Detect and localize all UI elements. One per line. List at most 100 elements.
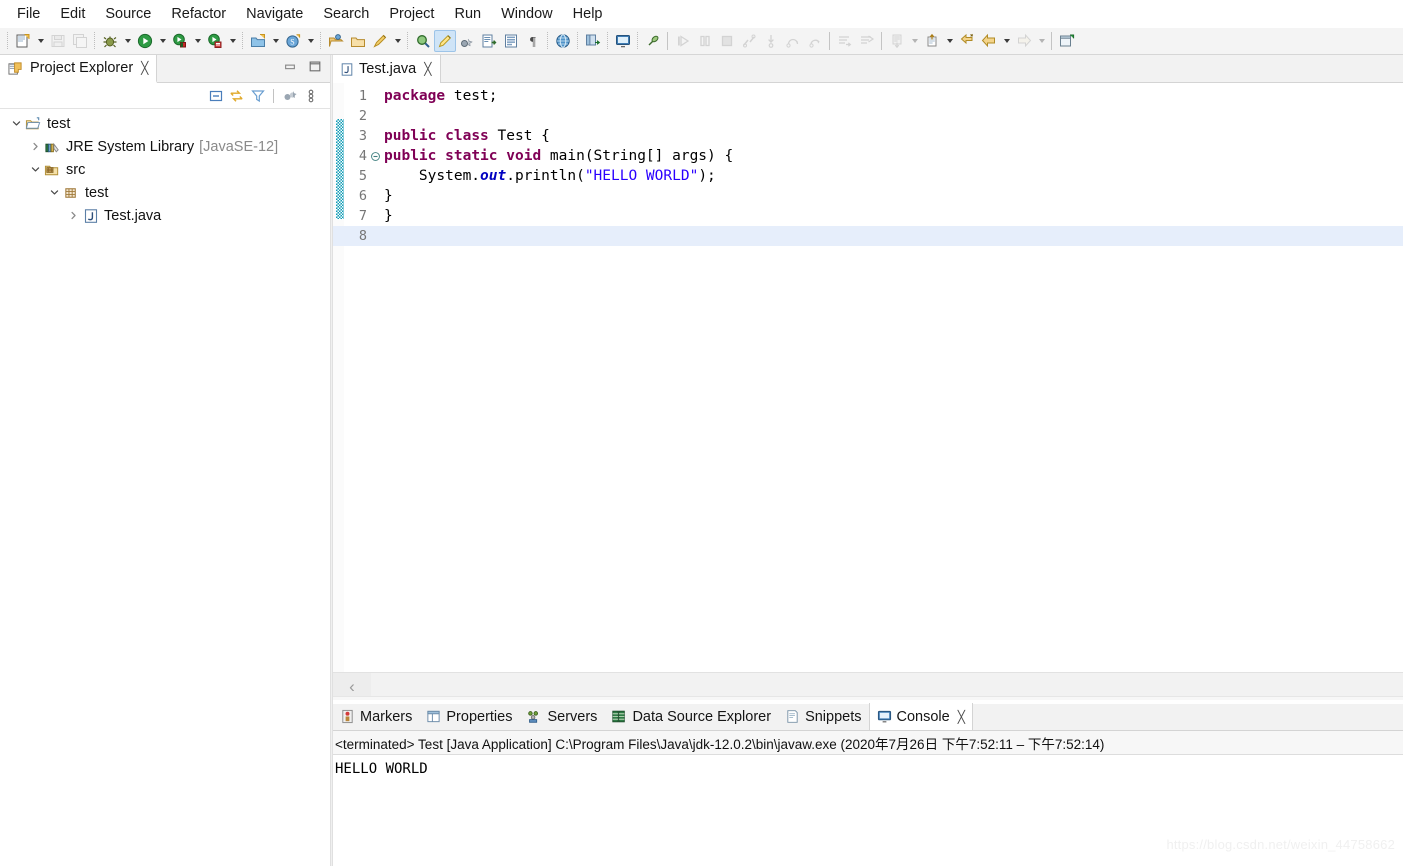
console-view-icon[interactable] bbox=[612, 30, 634, 52]
project-explorer-toolbar bbox=[0, 83, 330, 109]
block-selection-icon[interactable] bbox=[500, 30, 522, 52]
new-java-project-icon[interactable] bbox=[247, 30, 269, 52]
code-line[interactable]: 1package test; bbox=[333, 86, 1403, 106]
next-edit-location-icon[interactable] bbox=[921, 30, 943, 52]
minimize-icon[interactable] bbox=[283, 59, 297, 78]
run-external-tools-icon[interactable] bbox=[169, 30, 191, 52]
project-explorer-tab-row: Project Explorer ╳ bbox=[0, 55, 330, 83]
chevron-down-icon[interactable] bbox=[27, 162, 43, 178]
code-line[interactable]: 5 System.out.println("HELLO WORLD"); bbox=[333, 166, 1403, 186]
tab-servers[interactable]: Servers bbox=[519, 703, 604, 730]
tab-data-source-explorer[interactable]: Data Source Explorer bbox=[604, 703, 778, 730]
code-line[interactable]: 7} bbox=[333, 206, 1403, 226]
chevron-down-icon[interactable] bbox=[156, 30, 169, 52]
coverage-icon[interactable] bbox=[204, 30, 226, 52]
code-line[interactable]: 6} bbox=[333, 186, 1403, 206]
fold-collapse-icon[interactable] bbox=[369, 151, 382, 162]
link-icon[interactable] bbox=[456, 30, 478, 52]
toggle-mark-occurrences-icon[interactable] bbox=[434, 30, 456, 52]
menu-bar: FileEditSourceRefactorNavigateSearchProj… bbox=[0, 0, 1403, 28]
collapse-all-icon[interactable] bbox=[205, 86, 226, 106]
code-text: package test; bbox=[382, 86, 498, 106]
chevron-down-icon[interactable] bbox=[121, 30, 134, 52]
tab-snippets[interactable]: Snippets bbox=[778, 703, 868, 730]
next-annotation-icon[interactable] bbox=[478, 30, 500, 52]
console-output-line: HELLO WORLD bbox=[335, 761, 1403, 777]
chevron-right-icon[interactable] bbox=[27, 139, 43, 155]
open-perspective-right-icon[interactable] bbox=[1056, 30, 1078, 52]
open-type-icon[interactable] bbox=[325, 30, 347, 52]
code-line[interactable]: 4public static void main(String[] args) … bbox=[333, 146, 1403, 166]
chevron-down-icon[interactable] bbox=[191, 30, 204, 52]
maximize-icon[interactable] bbox=[308, 59, 322, 78]
menu-source[interactable]: Source bbox=[95, 3, 161, 25]
chevron-down-icon[interactable] bbox=[269, 30, 282, 52]
chevron-left-icon: ‹ bbox=[349, 678, 355, 695]
focus-task-icon[interactable] bbox=[279, 86, 300, 106]
step-return-icon bbox=[804, 30, 826, 52]
chevron-down-icon[interactable] bbox=[391, 30, 404, 52]
menu-file[interactable]: File bbox=[7, 3, 50, 25]
back-history-icon[interactable] bbox=[956, 30, 978, 52]
menu-edit[interactable]: Edit bbox=[50, 3, 95, 25]
tree-item-label: JRE System Library bbox=[66, 139, 194, 155]
tree-item-src[interactable]: src bbox=[0, 158, 330, 181]
menu-refactor[interactable]: Refactor bbox=[161, 3, 236, 25]
chevron-down-icon bbox=[1035, 30, 1048, 52]
menu-navigate[interactable]: Navigate bbox=[236, 3, 313, 25]
code-view[interactable]: 1package test;23public class Test {4publ… bbox=[333, 83, 1403, 672]
tab-test-java[interactable]: Test.java ╳ bbox=[333, 55, 441, 83]
code-line[interactable]: 2 bbox=[333, 106, 1403, 126]
link-with-editor-icon[interactable] bbox=[226, 86, 247, 106]
show-whitespace-icon[interactable]: ¶ bbox=[522, 30, 544, 52]
close-icon[interactable]: ╳ bbox=[958, 710, 965, 724]
tree-item-test[interactable]: test bbox=[0, 112, 330, 135]
chevron-down-icon[interactable] bbox=[34, 30, 47, 52]
view-menu-icon[interactable] bbox=[300, 86, 321, 106]
chevron-down-icon[interactable] bbox=[943, 30, 956, 52]
open-perspective-icon[interactable] bbox=[582, 30, 604, 52]
new-annotation-icon[interactable] bbox=[369, 30, 391, 52]
eclipse-ide-window: FileEditSourceRefactorNavigateSearchProj… bbox=[0, 0, 1403, 866]
skip-breakpoints-icon bbox=[834, 30, 856, 52]
toolbar-separator bbox=[4, 30, 12, 52]
close-icon[interactable]: ╳ bbox=[424, 62, 431, 76]
new-wizard-icon[interactable] bbox=[12, 30, 34, 52]
editor-horizontal-scrollbar[interactable]: ‹ bbox=[333, 672, 1403, 699]
menu-search[interactable]: Search bbox=[313, 3, 379, 25]
code-line[interactable]: 8 bbox=[333, 226, 1403, 246]
run-icon[interactable] bbox=[134, 30, 156, 52]
menu-help[interactable]: Help bbox=[563, 3, 613, 25]
tab-project-explorer[interactable]: Project Explorer ╳ bbox=[0, 55, 157, 83]
tab-properties[interactable]: Properties bbox=[419, 703, 519, 730]
chevron-down-icon[interactable] bbox=[1000, 30, 1013, 52]
search-icon[interactable] bbox=[412, 30, 434, 52]
tree-item-test-java[interactable]: Test.java bbox=[0, 204, 330, 227]
chevron-right-icon[interactable] bbox=[65, 208, 81, 224]
line-number: 2 bbox=[333, 106, 369, 126]
chevron-down-icon[interactable] bbox=[46, 185, 62, 201]
source-code[interactable]: 1package test;23public class Test {4publ… bbox=[333, 83, 1403, 246]
chevron-down-icon[interactable] bbox=[226, 30, 239, 52]
pin-console-icon[interactable] bbox=[642, 30, 664, 52]
menu-project[interactable]: Project bbox=[379, 3, 444, 25]
open-task-icon[interactable] bbox=[347, 30, 369, 52]
code-line[interactable]: 3public class Test { bbox=[333, 126, 1403, 146]
chevron-down-icon[interactable] bbox=[304, 30, 317, 52]
back-icon[interactable] bbox=[978, 30, 1000, 52]
debug-icon[interactable] bbox=[99, 30, 121, 52]
filter-icon[interactable] bbox=[247, 86, 268, 106]
open-web-browser-icon[interactable] bbox=[552, 30, 574, 52]
new-servlet-icon[interactable]: S bbox=[282, 30, 304, 52]
tab-markers[interactable]: Markers bbox=[333, 703, 419, 730]
menu-window[interactable]: Window bbox=[491, 3, 563, 25]
code-text: } bbox=[382, 206, 393, 226]
project-tree: testJRE System Library[JavaSE-12]srctest… bbox=[0, 109, 330, 227]
menu-run[interactable]: Run bbox=[444, 3, 491, 25]
close-icon[interactable]: ╳ bbox=[141, 61, 148, 75]
disconnect-icon bbox=[738, 30, 760, 52]
tab-console[interactable]: Console╳ bbox=[869, 703, 973, 730]
tree-item-test[interactable]: test bbox=[0, 181, 330, 204]
tree-item-jre-system-library[interactable]: JRE System Library[JavaSE-12] bbox=[0, 135, 330, 158]
chevron-down-icon[interactable] bbox=[8, 116, 24, 132]
